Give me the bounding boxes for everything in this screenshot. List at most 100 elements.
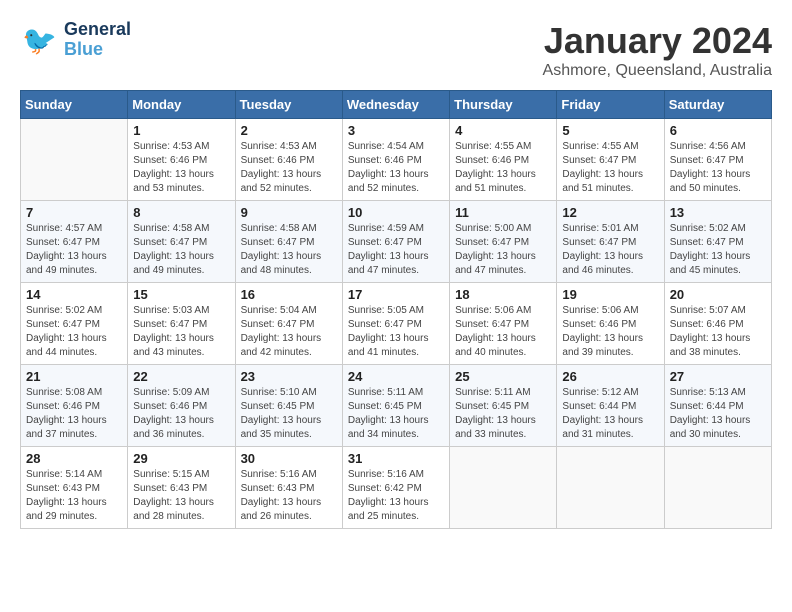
- logo: 🐦 General Blue: [20, 20, 131, 60]
- day-number: 25: [455, 369, 551, 384]
- day-cell: 4Sunrise: 4:55 AM Sunset: 6:46 PM Daylig…: [450, 119, 557, 201]
- day-cell: 6Sunrise: 4:56 AM Sunset: 6:47 PM Daylig…: [664, 119, 771, 201]
- svg-text:🐦: 🐦: [22, 25, 57, 56]
- day-info: Sunrise: 5:03 AM Sunset: 6:47 PM Dayligh…: [133, 304, 229, 360]
- day-cell: [557, 447, 664, 529]
- day-number: 2: [241, 123, 337, 138]
- day-cell: 28 Sunrise: 5:14 AM Sunset: 6:43 PM Dayli…: [21, 447, 128, 529]
- day-number: 16: [241, 287, 337, 302]
- day-number: 19: [562, 287, 658, 302]
- day-cell: 14 Sunrise: 5:02 AM Sunset: 6:47 PM Dayli…: [21, 283, 128, 365]
- day-cell: 10Sunrise: 4:59 AM Sunset: 6:47 PM Dayli…: [342, 201, 449, 283]
- day-cell: 20 Sunrise: 5:07 AM Sunset: 6:46 PM Dayli…: [664, 283, 771, 365]
- day-number: 11: [455, 205, 551, 220]
- day-cell: 8 Sunrise: 4:58 AM Sunset: 6:47 PM Daylig…: [128, 201, 235, 283]
- day-cell: 3 Sunrise: 4:54 AM Sunset: 6:46 PM Daylig…: [342, 119, 449, 201]
- day-info: Sunrise: 5:00 AM Sunset: 6:47 PM Dayligh…: [455, 222, 551, 278]
- day-cell: [664, 447, 771, 529]
- day-number: 24: [348, 369, 444, 384]
- day-cell: 5Sunrise: 4:55 AM Sunset: 6:47 PM Daylig…: [557, 119, 664, 201]
- day-cell: 19 Sunrise: 5:06 AM Sunset: 6:46 PM Dayli…: [557, 283, 664, 365]
- day-number: 30: [241, 451, 337, 466]
- day-number: 23: [241, 369, 337, 384]
- day-info: Sunrise: 4:53 AM Sunset: 6:46 PM Dayligh…: [241, 140, 337, 196]
- title-section: January 2024 Ashmore, Queensland, Austra…: [543, 20, 772, 80]
- col-saturday: Saturday: [664, 91, 771, 119]
- day-number: 12: [562, 205, 658, 220]
- day-number: 1: [133, 123, 229, 138]
- page-header: 🐦 General Blue January 2024 Ashmore, Que…: [20, 20, 772, 80]
- col-sunday: Sunday: [21, 91, 128, 119]
- day-number: 31: [348, 451, 444, 466]
- day-cell: 30 Sunrise: 5:16 AM Sunset: 6:43 PM Dayli…: [235, 447, 342, 529]
- day-number: 20: [670, 287, 766, 302]
- week-row-1: 1 Sunrise: 4:53 AM Sunset: 6:46 PM Daylig…: [21, 119, 772, 201]
- day-number: 9: [241, 205, 337, 220]
- day-info: Sunrise: 5:06 AM Sunset: 6:47 PM Dayligh…: [455, 304, 551, 360]
- day-cell: 11 Sunrise: 5:00 AM Sunset: 6:47 PM Dayli…: [450, 201, 557, 283]
- day-number: 29: [133, 451, 229, 466]
- day-number: 27: [670, 369, 766, 384]
- day-info: Sunrise: 5:09 AM Sunset: 6:46 PM Dayligh…: [133, 386, 229, 442]
- day-number: 18: [455, 287, 551, 302]
- day-cell: 1Sunrise: 4:53 AM Sunset: 6:46 PM Daylig…: [128, 119, 235, 201]
- day-number: 7: [26, 205, 122, 220]
- day-info: Sunrise: 5:02 AM Sunset: 6:47 PM Dayligh…: [26, 304, 122, 360]
- day-number: 10: [348, 205, 444, 220]
- day-info: Sunrise: 5:10 AM Sunset: 6:45 PM Dayligh…: [241, 386, 337, 442]
- day-info: Sunrise: 5:11 AM Sunset: 6:45 PM Dayligh…: [348, 386, 444, 442]
- day-info: Sunrise: 5:16 AM Sunset: 6:42 PM Dayligh…: [348, 468, 444, 524]
- calendar-table: Sunday Monday Tuesday Wednesday Thursday…: [20, 90, 772, 529]
- header-row: Sunday Monday Tuesday Wednesday Thursday…: [21, 91, 772, 119]
- day-number: 13: [670, 205, 766, 220]
- day-cell: 18 Sunrise: 5:06 AM Sunset: 6:47 PM Dayli…: [450, 283, 557, 365]
- day-info: Sunrise: 5:15 AM Sunset: 6:43 PM Dayligh…: [133, 468, 229, 524]
- day-info: Sunrise: 5:13 AM Sunset: 6:44 PM Dayligh…: [670, 386, 766, 442]
- day-info: Sunrise: 5:11 AM Sunset: 6:45 PM Dayligh…: [455, 386, 551, 442]
- day-cell: 2 Sunrise: 4:53 AM Sunset: 6:46 PM Daylig…: [235, 119, 342, 201]
- day-cell: 9 Sunrise: 4:58 AM Sunset: 6:47 PM Daylig…: [235, 201, 342, 283]
- day-info: Sunrise: 5:14 AM Sunset: 6:43 PM Dayligh…: [26, 468, 122, 524]
- day-cell: 13 Sunrise: 5:02 AM Sunset: 6:47 PM Dayli…: [664, 201, 771, 283]
- col-wednesday: Wednesday: [342, 91, 449, 119]
- day-info: Sunrise: 4:54 AM Sunset: 6:46 PM Dayligh…: [348, 140, 444, 196]
- col-friday: Friday: [557, 91, 664, 119]
- logo-text: General Blue: [64, 20, 131, 60]
- day-number: 28: [26, 451, 122, 466]
- day-cell: 17Sunrise: 5:05 AM Sunset: 6:47 PM Dayli…: [342, 283, 449, 365]
- day-cell: 7Sunrise: 4:57 AM Sunset: 6:47 PM Daylig…: [21, 201, 128, 283]
- day-info: Sunrise: 4:58 AM Sunset: 6:47 PM Dayligh…: [133, 222, 229, 278]
- day-info: Sunrise: 4:55 AM Sunset: 6:47 PM Dayligh…: [562, 140, 658, 196]
- day-info: Sunrise: 4:58 AM Sunset: 6:47 PM Dayligh…: [241, 222, 337, 278]
- col-thursday: Thursday: [450, 91, 557, 119]
- day-info: Sunrise: 5:06 AM Sunset: 6:46 PM Dayligh…: [562, 304, 658, 360]
- day-cell: [21, 119, 128, 201]
- day-cell: 15 Sunrise: 5:03 AM Sunset: 6:47 PM Dayli…: [128, 283, 235, 365]
- day-info: Sunrise: 5:12 AM Sunset: 6:44 PM Dayligh…: [562, 386, 658, 442]
- day-cell: [450, 447, 557, 529]
- day-number: 15: [133, 287, 229, 302]
- day-info: Sunrise: 5:02 AM Sunset: 6:47 PM Dayligh…: [670, 222, 766, 278]
- day-cell: 31 Sunrise: 5:16 AM Sunset: 6:42 PM Dayli…: [342, 447, 449, 529]
- week-row-4: 21Sunrise: 5:08 AM Sunset: 6:46 PM Dayli…: [21, 365, 772, 447]
- day-cell: 24 Sunrise: 5:11 AM Sunset: 6:45 PM Dayli…: [342, 365, 449, 447]
- week-row-2: 7Sunrise: 4:57 AM Sunset: 6:47 PM Daylig…: [21, 201, 772, 283]
- day-info: Sunrise: 5:16 AM Sunset: 6:43 PM Dayligh…: [241, 468, 337, 524]
- col-tuesday: Tuesday: [235, 91, 342, 119]
- day-cell: 16Sunrise: 5:04 AM Sunset: 6:47 PM Dayli…: [235, 283, 342, 365]
- week-row-5: 28 Sunrise: 5:14 AM Sunset: 6:43 PM Dayli…: [21, 447, 772, 529]
- day-cell: 22Sunrise: 5:09 AM Sunset: 6:46 PM Dayli…: [128, 365, 235, 447]
- day-number: 3: [348, 123, 444, 138]
- day-cell: 25 Sunrise: 5:11 AM Sunset: 6:45 PM Dayli…: [450, 365, 557, 447]
- day-number: 14: [26, 287, 122, 302]
- logo-icon: 🐦: [20, 20, 60, 60]
- day-info: Sunrise: 4:56 AM Sunset: 6:47 PM Dayligh…: [670, 140, 766, 196]
- day-info: Sunrise: 4:55 AM Sunset: 6:46 PM Dayligh…: [455, 140, 551, 196]
- day-info: Sunrise: 5:07 AM Sunset: 6:46 PM Dayligh…: [670, 304, 766, 360]
- col-monday: Monday: [128, 91, 235, 119]
- day-number: 8: [133, 205, 229, 220]
- day-cell: 21Sunrise: 5:08 AM Sunset: 6:46 PM Dayli…: [21, 365, 128, 447]
- day-number: 21: [26, 369, 122, 384]
- day-number: 17: [348, 287, 444, 302]
- location: Ashmore, Queensland, Australia: [543, 62, 772, 80]
